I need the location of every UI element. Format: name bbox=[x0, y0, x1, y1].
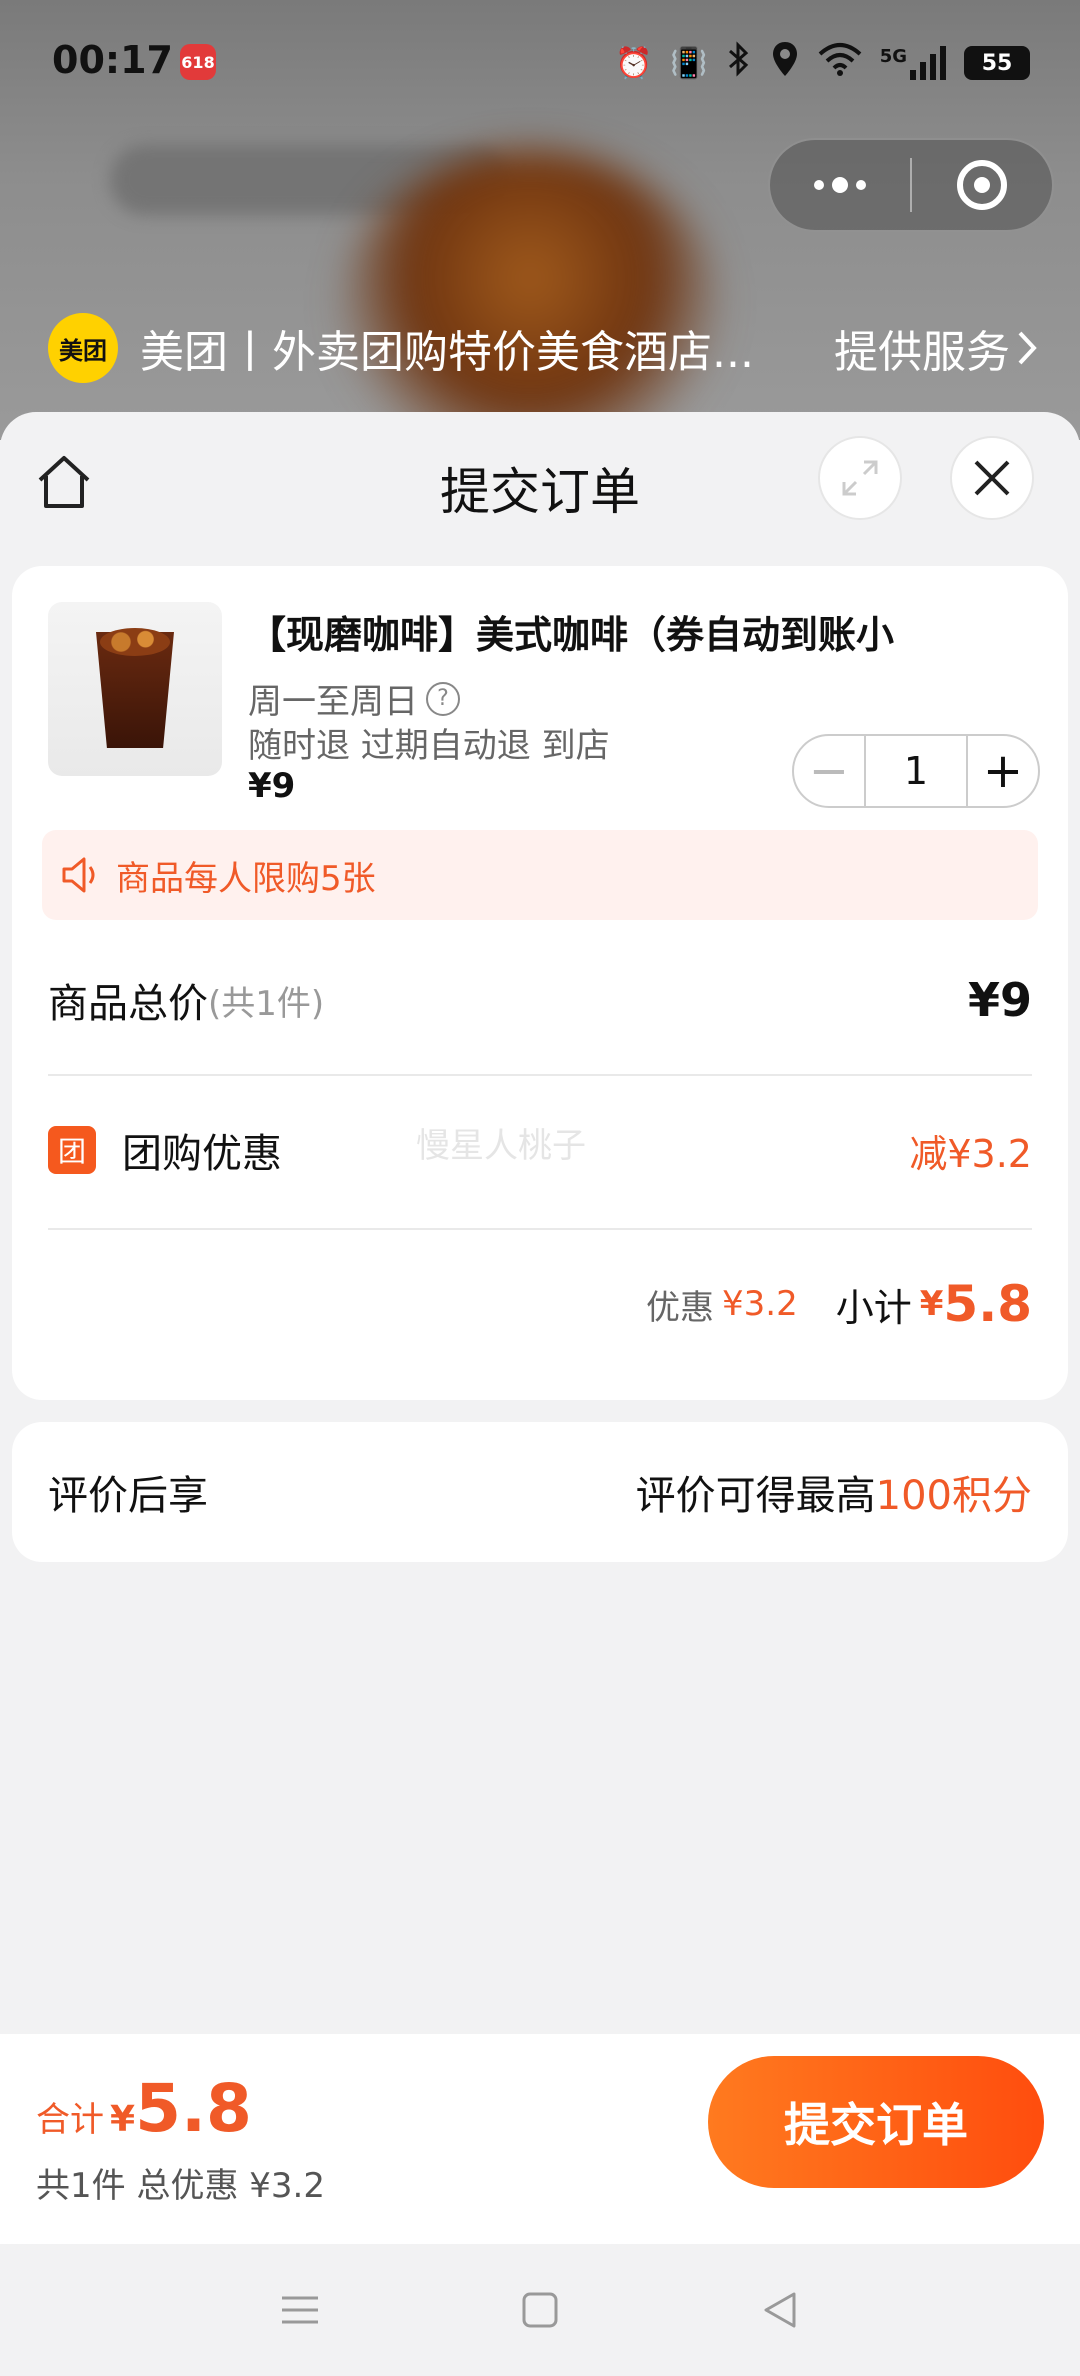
order-card: 【现磨咖啡】美式咖啡（券自动到账小 周一至周日 ? 随时退 过期自动退 到店 ¥… bbox=[12, 566, 1068, 1400]
subtotal-discount-value: ¥3.2 bbox=[722, 1284, 798, 1324]
submit-order-button[interactable]: 提交订单 bbox=[708, 2056, 1044, 2188]
order-total-value: 5.8 bbox=[135, 2070, 252, 2147]
square-icon bbox=[522, 2292, 558, 2328]
meituan-logo: 美团 bbox=[48, 313, 118, 383]
service-label: 提供服务 bbox=[834, 327, 1010, 378]
menu-nav-button[interactable] bbox=[260, 2270, 340, 2350]
total-value: ¥9 bbox=[967, 973, 1032, 1027]
back-triangle-icon bbox=[764, 2292, 796, 2328]
order-total: 合计 ¥ 5.8 bbox=[36, 2070, 252, 2147]
home-nav-button[interactable] bbox=[500, 2270, 580, 2350]
target-icon bbox=[957, 160, 1007, 210]
subtotal-discount-label: 优惠 bbox=[646, 1287, 715, 1328]
network-type: 5G bbox=[879, 46, 907, 67]
help-icon[interactable]: ? bbox=[426, 681, 460, 716]
total-label: 商品总价 bbox=[48, 981, 208, 1027]
more-button[interactable] bbox=[770, 140, 910, 230]
sheet-title: 提交订单 bbox=[440, 463, 640, 521]
order-summary: 共1件 总优惠 ¥3.2 bbox=[36, 2166, 325, 2206]
signal-icon: 5G bbox=[880, 46, 946, 80]
increase-button[interactable]: + bbox=[968, 736, 1038, 806]
bluetooth-icon bbox=[726, 41, 752, 85]
product-days-text: 周一至周日 bbox=[248, 682, 418, 722]
vibrate-icon: 📳 bbox=[670, 45, 708, 81]
product-image bbox=[48, 602, 222, 776]
app-notification-icon: 618 bbox=[180, 44, 216, 80]
coffee-ice bbox=[100, 628, 170, 656]
back-nav-button[interactable] bbox=[740, 2270, 820, 2350]
expand-icon bbox=[842, 460, 878, 496]
menu-icon bbox=[282, 2296, 318, 2324]
exit-mini-program-button[interactable] bbox=[912, 140, 1052, 230]
decrease-button[interactable]: − bbox=[794, 736, 864, 806]
provider-service-link[interactable]: 提供服务 bbox=[834, 316, 1038, 380]
status-icons: ⏰ 📳 5G 55 bbox=[615, 40, 1030, 86]
quantity-value[interactable]: 1 bbox=[864, 736, 968, 806]
battery-icon: 55 bbox=[964, 46, 1030, 80]
product-refund: 随时退 过期自动退 到店 bbox=[248, 726, 610, 766]
order-total-currency: ¥ bbox=[110, 2099, 136, 2140]
purchase-limit-banner: 商品每人限购5张 bbox=[42, 830, 1038, 920]
provider-name: 美团丨外卖团购特价美食酒店... bbox=[140, 327, 754, 378]
wifi-icon bbox=[818, 42, 862, 84]
review-reward-card[interactable]: 评价后享 评价可得最高100积分 bbox=[12, 1422, 1068, 1562]
mini-program-capsule bbox=[768, 138, 1054, 232]
alarm-icon: ⏰ bbox=[614, 45, 653, 81]
location-icon bbox=[770, 40, 800, 86]
review-reward-points: 100积分 bbox=[875, 1473, 1032, 1519]
close-button[interactable] bbox=[950, 436, 1034, 520]
product-title: 【现磨咖啡】美式咖啡（券自动到账小 bbox=[248, 613, 895, 657]
more-dots-icon bbox=[814, 177, 866, 193]
checkout-bar: 合计 ¥ 5.8 共1件 总优惠 ¥3.2 提交订单 bbox=[0, 2034, 1080, 2244]
expand-button[interactable] bbox=[818, 436, 902, 520]
discount-value: 减¥3.2 bbox=[909, 1131, 1032, 1176]
close-icon bbox=[974, 460, 1010, 496]
subtotal-row: 优惠 ¥3.2 小计 ¥ 5.8 bbox=[48, 1256, 1032, 1352]
subtotal-value: 5.8 bbox=[943, 1275, 1032, 1333]
order-total-label: 合计 bbox=[36, 2100, 104, 2140]
subtotal-label: 小计 bbox=[835, 1285, 912, 1330]
provider-bar: 美团 美团丨外卖团购特价美食酒店... 提供服务 bbox=[48, 312, 1038, 384]
chevron-right-icon bbox=[1018, 331, 1037, 365]
product-price: ¥9 bbox=[248, 766, 296, 806]
group-buy-icon: 团 bbox=[48, 1126, 96, 1174]
subtotal-currency: ¥ bbox=[919, 1284, 944, 1324]
watermark: 慢星人桃子 bbox=[416, 1126, 586, 1166]
status-bar: 00:17 618 ⏰ 📳 5G 55 bbox=[0, 0, 1080, 130]
divider bbox=[48, 1074, 1032, 1076]
total-price-row: 商品总价 (共1件) ¥9 bbox=[48, 952, 1032, 1048]
product-days: 周一至周日 ? bbox=[248, 674, 460, 723]
purchase-limit-text: 商品每人限购5张 bbox=[116, 858, 376, 899]
total-count: (共1件) bbox=[208, 983, 325, 1024]
review-label: 评价后享 bbox=[48, 1473, 208, 1519]
speaker-icon bbox=[62, 857, 95, 893]
status-time: 00:17 bbox=[52, 38, 173, 82]
sheet-header: 提交订单 bbox=[0, 412, 1080, 550]
divider bbox=[48, 1228, 1032, 1230]
system-nav-bar bbox=[0, 2244, 1080, 2376]
review-reward: 评价可得最高100积分 bbox=[636, 1463, 1032, 1521]
review-reward-prefix: 评价可得最高 bbox=[635, 1473, 876, 1519]
quantity-stepper: − 1 + bbox=[792, 734, 1040, 808]
discount-label: 团购优惠 bbox=[122, 1131, 282, 1177]
